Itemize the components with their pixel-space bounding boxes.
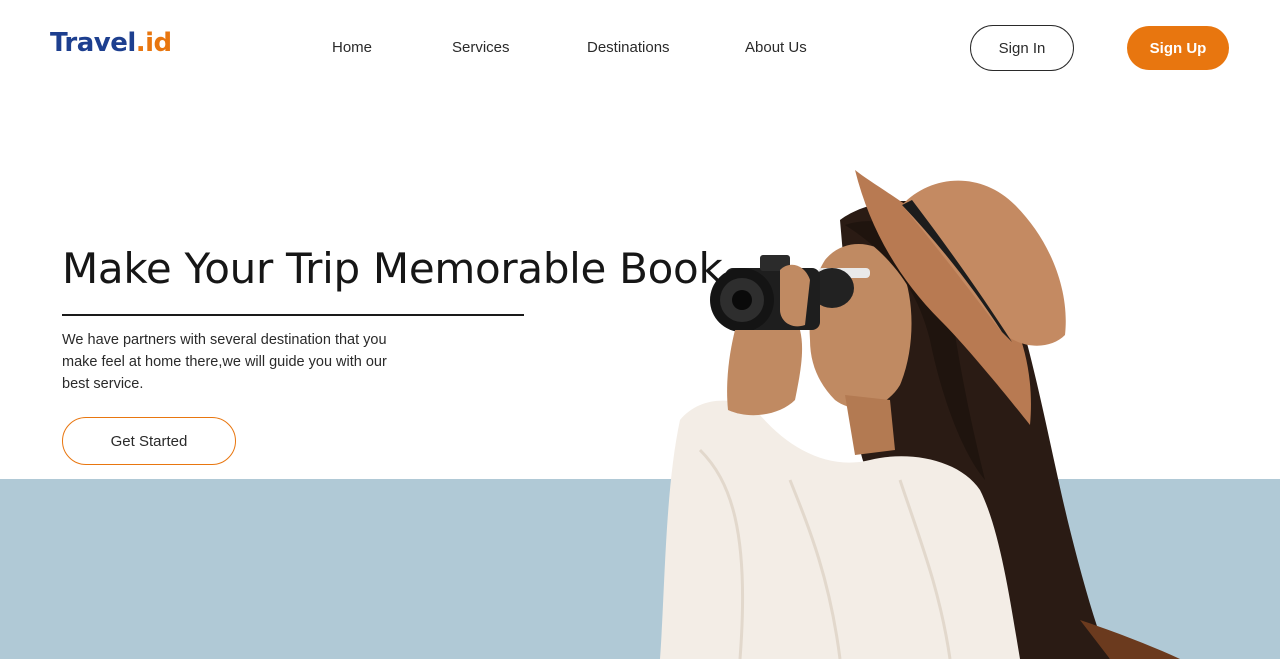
logo[interactable]: Travel.id (50, 28, 172, 58)
hero-headline: Make Your Trip Memorable Book (62, 244, 723, 293)
sign-up-button[interactable]: Sign Up (1127, 26, 1229, 70)
headline-underline (62, 314, 524, 316)
nav-home[interactable]: Home (332, 39, 372, 56)
logo-suffix: .id (135, 28, 172, 58)
sign-in-button[interactable]: Sign In (970, 25, 1074, 71)
nav-services[interactable]: Services (452, 39, 510, 56)
logo-text: Travel (50, 28, 136, 58)
nav-destinations[interactable]: Destinations (587, 39, 670, 56)
nav-about-us[interactable]: About Us (745, 39, 807, 56)
hero-photo-woman-with-camera (660, 170, 1180, 659)
get-started-button[interactable]: Get Started (62, 417, 236, 465)
hero-description: We have partners with several destinatio… (62, 332, 387, 392)
